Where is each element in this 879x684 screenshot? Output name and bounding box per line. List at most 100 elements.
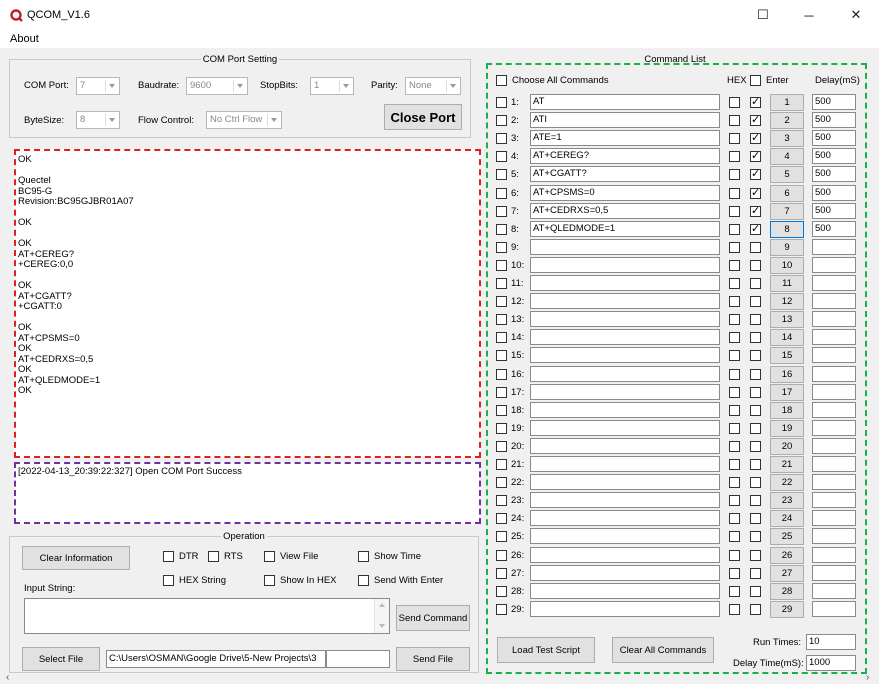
command-enter-checkbox[interactable]	[750, 332, 761, 343]
command-enter-checkbox[interactable]	[750, 405, 761, 416]
command-hex-checkbox[interactable]	[729, 314, 740, 325]
command-select-checkbox[interactable]	[496, 459, 507, 470]
command-enter-checkbox[interactable]	[750, 278, 761, 289]
command-hex-checkbox[interactable]	[729, 604, 740, 615]
command-hex-checkbox[interactable]	[729, 423, 740, 434]
command-enter-checkbox[interactable]	[750, 149, 761, 162]
command-delay-input[interactable]	[812, 438, 856, 454]
command-delay-input[interactable]	[812, 366, 856, 382]
command-send-button[interactable]: 6	[770, 185, 804, 202]
command-send-button[interactable]: 4	[770, 148, 804, 165]
command-hex-checkbox[interactable]	[729, 169, 740, 180]
command-hex-checkbox[interactable]	[729, 332, 740, 343]
file-path-field[interactable]: C:\Users\OSMAN\Google Drive\5-New Projec…	[106, 650, 326, 668]
command-select-checkbox[interactable]	[496, 242, 507, 253]
command-input[interactable]	[530, 583, 720, 599]
receive-log[interactable]: OK Quectel BC95-G Revision:BC95GJBR01A07…	[14, 149, 481, 458]
command-delay-input[interactable]	[812, 547, 856, 563]
rts-checkbox[interactable]	[208, 551, 219, 562]
com-port-select[interactable]: 7	[76, 77, 120, 95]
command-input[interactable]	[530, 366, 720, 382]
command-send-button[interactable]: 11	[770, 275, 804, 292]
command-select-checkbox[interactable]	[496, 314, 507, 325]
command-select-checkbox[interactable]	[496, 278, 507, 289]
command-enter-checkbox[interactable]	[750, 131, 761, 144]
dtr-checkbox[interactable]	[163, 551, 174, 562]
command-hex-checkbox[interactable]	[729, 369, 740, 380]
command-send-button[interactable]: 13	[770, 311, 804, 328]
command-hex-checkbox[interactable]	[729, 350, 740, 361]
scroll-left-icon[interactable]: ‹	[6, 672, 9, 683]
command-select-checkbox[interactable]	[496, 206, 507, 217]
command-delay-input[interactable]	[812, 565, 856, 581]
show-time-checkbox[interactable]	[358, 551, 369, 562]
send-with-enter-checkbox[interactable]	[358, 575, 369, 586]
command-delay-input[interactable]	[812, 347, 856, 363]
command-send-button[interactable]: 27	[770, 565, 804, 582]
stopbits-select[interactable]: 1	[310, 77, 354, 95]
command-select-checkbox[interactable]	[496, 441, 507, 452]
command-hex-checkbox[interactable]	[729, 133, 740, 144]
command-delay-input[interactable]	[812, 510, 856, 526]
run-times-field[interactable]: 10	[806, 634, 856, 650]
command-hex-checkbox[interactable]	[729, 188, 740, 199]
command-select-checkbox[interactable]	[496, 350, 507, 361]
command-send-button[interactable]: 5	[770, 166, 804, 183]
show-in-hex-checkbox[interactable]	[264, 575, 275, 586]
command-hex-checkbox[interactable]	[729, 224, 740, 235]
command-send-button[interactable]: 7	[770, 203, 804, 220]
command-delay-input[interactable]: 500	[812, 203, 856, 219]
command-enter-checkbox[interactable]	[750, 441, 761, 452]
command-enter-checkbox[interactable]	[750, 513, 761, 524]
command-select-checkbox[interactable]	[496, 369, 507, 380]
command-enter-checkbox[interactable]	[750, 222, 761, 235]
command-delay-input[interactable]: 500	[812, 130, 856, 146]
command-hex-checkbox[interactable]	[729, 206, 740, 217]
command-send-button[interactable]: 25	[770, 528, 804, 545]
command-delay-input[interactable]	[812, 528, 856, 544]
command-enter-checkbox[interactable]	[750, 314, 761, 325]
command-input[interactable]: ATI	[530, 112, 720, 128]
command-send-button[interactable]: 2	[770, 112, 804, 129]
command-delay-input[interactable]: 500	[812, 148, 856, 164]
command-select-checkbox[interactable]	[496, 531, 507, 542]
command-send-button[interactable]: 21	[770, 456, 804, 473]
command-select-checkbox[interactable]	[496, 332, 507, 343]
command-hex-checkbox[interactable]	[729, 531, 740, 542]
command-delay-input[interactable]	[812, 293, 856, 309]
command-select-checkbox[interactable]	[496, 151, 507, 162]
load-test-script-button[interactable]: Load Test Script	[497, 637, 595, 663]
close-port-button[interactable]: Close Port	[384, 104, 462, 130]
input-string-field[interactable]	[24, 598, 390, 634]
command-send-button[interactable]: 22	[770, 474, 804, 491]
command-delay-input[interactable]	[812, 402, 856, 418]
command-hex-checkbox[interactable]	[729, 260, 740, 271]
command-select-checkbox[interactable]	[496, 97, 507, 108]
command-delay-input[interactable]	[812, 239, 856, 255]
command-select-checkbox[interactable]	[496, 133, 507, 144]
select-file-button[interactable]: Select File	[22, 647, 100, 671]
command-enter-checkbox[interactable]	[750, 204, 761, 217]
command-enter-checkbox[interactable]	[750, 113, 761, 126]
menu-about[interactable]: About	[10, 33, 39, 45]
command-hex-checkbox[interactable]	[729, 550, 740, 561]
command-select-checkbox[interactable]	[496, 495, 507, 506]
command-hex-checkbox[interactable]	[729, 278, 740, 289]
choose-all-checkbox[interactable]	[496, 75, 507, 86]
command-select-checkbox[interactable]	[496, 550, 507, 561]
command-enter-checkbox[interactable]	[750, 423, 761, 434]
status-log[interactable]: [2022-04-13_20:39:22:327] Open COM Port …	[14, 462, 481, 524]
command-delay-input[interactable]	[812, 492, 856, 508]
clear-information-button[interactable]: Clear Information	[22, 546, 130, 570]
command-input[interactable]: AT+QLEDMODE=1	[530, 221, 720, 237]
command-delay-input[interactable]: 500	[812, 94, 856, 110]
command-send-button[interactable]: 29	[770, 601, 804, 618]
command-send-button[interactable]: 24	[770, 510, 804, 527]
command-send-button[interactable]: 28	[770, 583, 804, 600]
command-input[interactable]	[530, 565, 720, 581]
send-command-button[interactable]: Send Command	[396, 605, 470, 631]
command-input[interactable]	[530, 547, 720, 563]
command-delay-input[interactable]	[812, 456, 856, 472]
bytesize-select[interactable]: 8	[76, 111, 120, 129]
baudrate-select[interactable]: 9600	[186, 77, 248, 95]
